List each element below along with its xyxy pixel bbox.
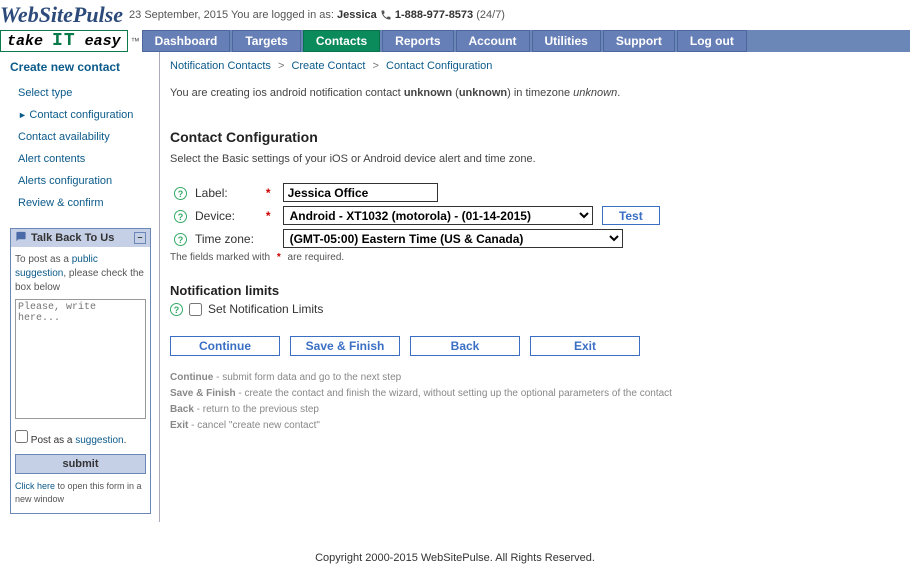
continue-button[interactable]: Continue — [170, 336, 280, 356]
nav-reports[interactable]: Reports — [382, 30, 453, 52]
crumb-config[interactable]: Contact Configuration — [386, 60, 492, 72]
crumb-create[interactable]: Create Contact — [291, 60, 365, 72]
nav-utilities[interactable]: Utilities — [532, 30, 601, 52]
tagline: take IT easy — [0, 30, 128, 52]
timezone-select[interactable]: (GMT-05:00) Eastern Time (US & Canada) — [283, 229, 623, 248]
save-finish-button[interactable]: Save & Finish — [290, 336, 400, 356]
talkback-footnote: Click here to open this form in a new wi… — [15, 480, 146, 505]
talkback-widget: Talk Back To Us – To post as a public su… — [10, 228, 151, 514]
nav-dashboard[interactable]: Dashboard — [142, 30, 231, 52]
notification-limits-title: Notification limits — [170, 283, 894, 298]
button-explanations: Continue - submit form data and go to th… — [170, 370, 894, 434]
trademark: ™ — [131, 36, 140, 46]
back-button[interactable]: Back — [410, 336, 520, 356]
step-contact-config[interactable]: Contact configuration — [10, 104, 151, 126]
step-availability[interactable]: Contact availability — [10, 126, 151, 148]
minimize-icon[interactable]: – — [134, 232, 146, 244]
help-icon[interactable]: ? — [174, 187, 187, 200]
crumb-contacts[interactable]: Notification Contacts — [170, 60, 271, 72]
nav-contacts[interactable]: Contacts — [303, 30, 380, 52]
step-alert-contents[interactable]: Alert contents — [10, 148, 151, 170]
step-review[interactable]: Review & confirm — [10, 192, 151, 214]
required-note: The fields marked with * are required. — [170, 252, 894, 263]
main-nav: Dashboard Targets Contacts Reports Accou… — [142, 30, 910, 52]
timezone-label: Time zone: — [191, 227, 258, 250]
open-new-window-link[interactable]: Click here — [15, 481, 55, 491]
section-title: Contact Configuration — [170, 129, 894, 145]
label-label: Label: — [191, 181, 258, 204]
device-label: Device: — [191, 204, 258, 227]
footer: Copyright 2000-2015 WebSitePulse. All Ri… — [0, 552, 910, 578]
step-alerts-config[interactable]: Alerts configuration — [10, 170, 151, 192]
intro-text: You are creating ios android notificatio… — [170, 86, 894, 101]
nav-account[interactable]: Account — [456, 30, 530, 52]
notification-limits-label: Set Notification Limits — [208, 302, 323, 316]
help-icon[interactable]: ? — [170, 303, 183, 316]
logo: WebSitePulse — [0, 2, 123, 28]
notification-limits-checkbox[interactable] — [189, 303, 202, 316]
label-input[interactable] — [283, 183, 438, 202]
talkback-textarea[interactable] — [15, 299, 146, 419]
breadcrumb: Notification Contacts > Create Contact >… — [170, 60, 894, 72]
device-select[interactable]: Android - XT1032 (motorola) - (01-14-201… — [283, 206, 593, 225]
header-note: 23 September, 2015 You are logged in as:… — [129, 9, 505, 21]
suggestion-link[interactable]: suggestion — [75, 435, 123, 446]
talkback-submit-button[interactable]: submit — [15, 454, 146, 474]
phone-icon — [380, 9, 392, 21]
chat-icon — [15, 231, 31, 245]
exit-button[interactable]: Exit — [530, 336, 640, 356]
talkback-title: Talk Back To Us — [31, 232, 114, 244]
nav-support[interactable]: Support — [603, 30, 675, 52]
suggestion-checkbox[interactable] — [15, 430, 28, 443]
help-icon[interactable]: ? — [174, 210, 187, 223]
step-select-type[interactable]: Select type — [10, 82, 151, 104]
nav-logout[interactable]: Log out — [677, 30, 747, 52]
talkback-intro: To post as a public suggestion, please c… — [15, 253, 146, 295]
section-desc: Select the Basic settings of your iOS or… — [170, 153, 894, 165]
sidebar-heading[interactable]: Create new contact — [10, 60, 151, 74]
test-button[interactable]: Test — [602, 206, 660, 225]
nav-targets[interactable]: Targets — [232, 30, 300, 52]
help-icon[interactable]: ? — [174, 233, 187, 246]
